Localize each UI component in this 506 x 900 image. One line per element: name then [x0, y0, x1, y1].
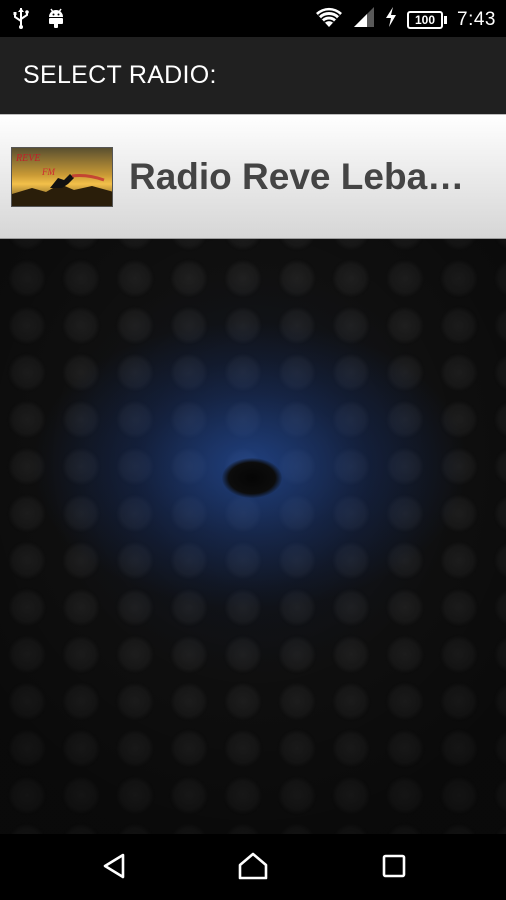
- battery-icon: 100: [407, 10, 448, 29]
- status-left-icons: [12, 7, 66, 34]
- screen: 100 7:43 SELECT RADIO: REVE FM Radio Rev…: [0, 0, 506, 900]
- usb-icon: [12, 7, 30, 34]
- background-center: [222, 458, 282, 498]
- back-icon: [101, 852, 127, 885]
- battery-cap: [444, 15, 448, 24]
- app-bar: SELECT RADIO:: [0, 37, 506, 114]
- logo-text-reve: REVE: [15, 153, 40, 164]
- radio-list-item[interactable]: REVE FM Radio Reve Leba…: [0, 114, 506, 239]
- recents-button[interactable]: [374, 850, 414, 886]
- status-bar: 100 7:43: [0, 0, 506, 37]
- status-time: 7:43: [457, 8, 496, 30]
- status-right-icons: 100 7:43: [315, 6, 496, 33]
- navigation-bar: [0, 834, 506, 900]
- page-title: SELECT RADIO:: [23, 61, 217, 89]
- home-button[interactable]: [233, 850, 273, 886]
- back-button[interactable]: [94, 850, 134, 886]
- android-debug-icon: [46, 7, 66, 34]
- charging-icon: [385, 6, 397, 33]
- radio-logo-image: REVE FM: [11, 147, 113, 207]
- logo-text-fm: FM: [41, 167, 55, 177]
- wifi-icon: [315, 6, 343, 33]
- radio-name: Radio Reve Leba…: [129, 156, 465, 197]
- recents-icon: [381, 853, 407, 884]
- home-icon: [237, 851, 269, 886]
- battery-level: 100: [407, 10, 444, 29]
- signal-icon: [353, 6, 375, 33]
